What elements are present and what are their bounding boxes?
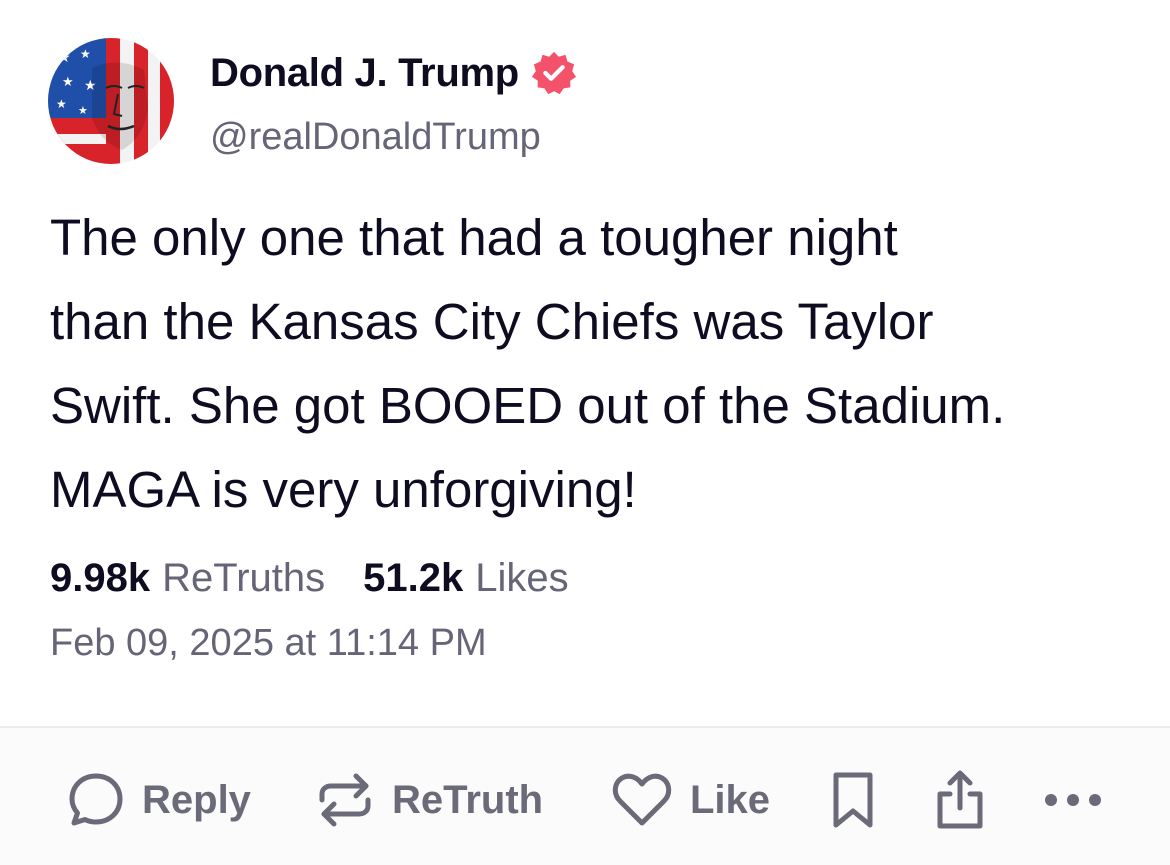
retruths-count: 9.98k [50,556,151,600]
action-bar: Reply ReTruth Like [0,728,1170,865]
retruths-stat[interactable]: 9.98k ReTruths [50,556,325,601]
post-body-line: Swift. She got BOOED out of the Stadium. [50,377,1006,434]
bookmark-button[interactable] [828,772,878,828]
display-name[interactable]: Donald J. Trump [210,51,519,96]
truth-post: ★ ★ ★ ★ ★ ★ Donald J. Trump @realDonaldT… [0,0,1170,865]
more-options-button[interactable] [1040,772,1106,828]
author-name-row: Donald J. Trump [210,50,577,96]
likes-label: Likes [475,556,569,600]
user-handle[interactable]: @realDonaldTrump [210,116,541,159]
post-body-line: than the Kansas City Chiefs was Taylor [50,293,934,350]
svg-text:★: ★ [80,47,91,61]
retruth-button[interactable]: ReTruth [314,772,543,828]
likes-stat[interactable]: 51.2k Likes [363,556,569,601]
like-button[interactable]: Like [610,772,770,828]
share-button[interactable] [930,770,990,829]
post-stats: 9.98k ReTruths 51.2k Likes [50,556,607,601]
likes-count: 51.2k [363,556,464,600]
like-icon [610,770,674,830]
bookmark-icon [828,769,878,831]
post-timestamp: Feb 09, 2025 at 11:14 PM [50,622,487,664]
verified-badge-icon [531,50,577,96]
reply-icon [66,770,126,830]
svg-text:★: ★ [58,50,71,66]
profile-avatar-icon[interactable]: ★ ★ ★ ★ ★ ★ [48,38,174,164]
post-body: The only one that had a tougher night th… [50,196,1130,532]
svg-text:★: ★ [62,75,74,90]
retruths-label: ReTruths [162,556,326,600]
post-body-line: MAGA is very unforgiving! [50,461,637,518]
more-icon [1040,790,1106,810]
svg-text:★: ★ [78,104,88,117]
share-icon [930,768,990,832]
reply-button[interactable]: Reply [66,772,251,828]
retruth-label: ReTruth [392,777,544,822]
reply-label: Reply [142,777,251,822]
retruth-icon [314,770,376,830]
like-label: Like [690,777,771,822]
svg-text:★: ★ [56,97,67,111]
post-body-line: The only one that had a tougher night [50,209,898,266]
